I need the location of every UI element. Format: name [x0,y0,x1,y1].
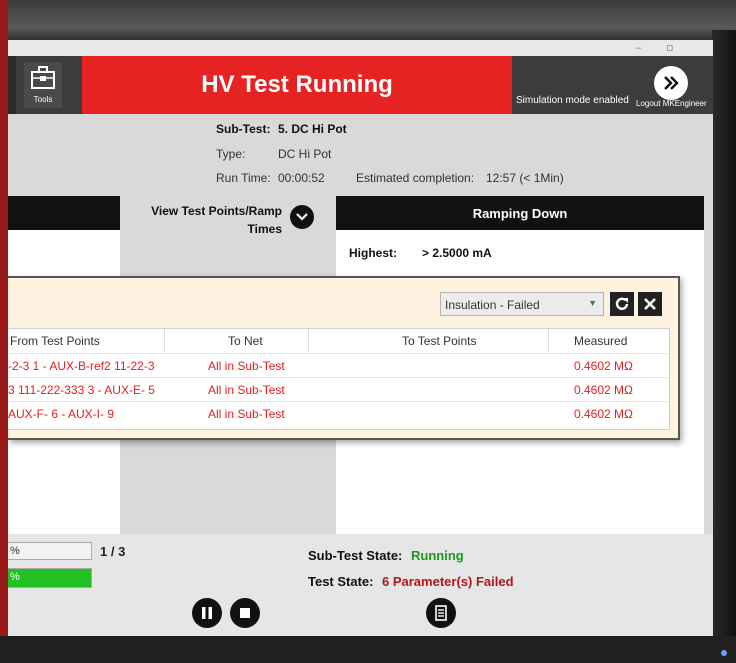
subtest-progress-bar: % [8,542,92,560]
view-test-points-line1: View Test Points/Ramp [151,204,282,218]
subtest-value: 5. DC Hi Pot [278,122,347,136]
row-measured: 0.4602 MΩ [574,359,634,373]
view-test-points-line2: Times [247,222,282,236]
ramp-panel-title: Ramping Down [472,205,568,221]
completion-label: Estimated completion: [356,171,475,185]
highest-value: > 2.5000 mA [422,246,492,260]
test-progress-text: % [10,571,20,583]
monitor-bezel-left [0,0,8,663]
subtest-progress-text: % [10,545,20,557]
table-row[interactable]: AUX-F- 6 - AUX-I- 9 All in Sub-Test 0.46… [8,401,669,425]
ramp-panel-header: Ramping Down [336,196,704,230]
status-banner-title: HV Test Running [201,71,393,98]
monitor-bezel-top [0,0,736,40]
power-led [721,650,727,656]
stop-icon [240,608,250,618]
failed-results-dialog: Insulation - Failed ▼ From Test Points T… [8,276,680,440]
step-counter: 1 / 3 [100,544,126,559]
app-screen: – ▫ Tools HV Test Running Simulation mod… [8,40,713,636]
status-footer: % % 1 / 3 Sub-Test State: Running Test S… [8,534,713,636]
subtest-label: Sub-Test: [216,122,271,136]
view-test-points-label[interactable]: View Test Points/Ramp Times [132,202,282,238]
stop-button[interactable] [230,598,260,628]
table-row[interactable]: -2-3 1 - AUX-B-ref2 11-22-3 All in Sub-T… [8,353,669,377]
view-test-points-button[interactable] [290,205,314,229]
table-row[interactable]: 3 111-222-333 3 - AUX-E- 5 All in Sub-Te… [8,377,669,401]
column-divider [308,329,309,351]
results-table: From Test Points To Net To Test Points M… [8,328,670,430]
pause-icon [202,607,212,619]
highest-label: Highest: [349,246,397,260]
test-progress-bar: % [8,568,92,588]
tools-button[interactable]: Tools [24,62,62,108]
row-from-test-points: -2-3 1 - AUX-B-ref2 11-22-3 [8,359,155,373]
type-label: Type: [216,147,246,161]
tools-label: Tools [33,95,53,104]
runtime-label: Run Time: [216,171,271,185]
refresh-button[interactable] [610,292,634,316]
test-progress-fill: % [8,569,91,587]
subtest-state-value: Running [411,548,464,563]
row-measured: 0.4602 MΩ [574,383,634,397]
subtest-state-label: Sub-Test State: [308,548,403,563]
result-filter-value: Insulation - Failed [445,298,540,312]
runtime-value: 00:00:52 [278,171,325,185]
minimize-button[interactable]: – [636,41,642,54]
completion-value: 12:57 (< 1Min) [486,171,564,185]
refresh-icon [615,297,629,310]
row-from-test-points: 3 111-222-333 3 - AUX-E- 5 [8,383,155,397]
logout-label: Logout MKEngineer [636,99,707,108]
row-to-net: All in Sub-Test [208,359,285,373]
close-icon [644,298,656,310]
tools-icon [31,66,55,89]
left-panel-header [8,196,120,230]
simulation-mode-label: Simulation mode enabled [516,95,629,106]
window-titlebar: – ▫ [8,40,713,56]
test-state-value: 6 Parameter(s) Failed [382,574,514,589]
col-to-net[interactable]: To Net [228,334,263,348]
row-from-test-points: AUX-F- 6 - AUX-I- 9 [8,407,115,421]
close-dialog-button[interactable] [638,292,662,316]
logout-icon [664,76,679,90]
type-value: DC Hi Pot [278,147,332,161]
chevron-down-icon: ▼ [588,298,597,308]
row-to-net: All in Sub-Test [208,407,285,421]
report-icon [435,605,447,621]
report-button[interactable] [426,598,456,628]
row-to-net: All in Sub-Test [208,383,285,397]
row-measured: 0.4602 MΩ [574,407,634,421]
maximize-button[interactable]: ▫ [666,41,673,54]
col-from-test-points[interactable]: From Test Points [10,334,100,348]
column-divider [548,329,549,351]
test-state-label: Test State: [308,574,374,589]
logout-button[interactable] [654,66,688,100]
nav-button-edge[interactable] [8,56,16,114]
monitor-bezel-bottom [0,636,736,663]
app-header: Tools HV Test Running Simulation mode en… [8,56,713,114]
col-measured[interactable]: Measured [574,334,627,348]
col-to-test-points[interactable]: To Test Points [402,334,476,348]
pause-button[interactable] [192,598,222,628]
column-divider [164,329,165,351]
status-banner: HV Test Running [82,56,512,114]
chevron-down-icon [296,213,308,221]
result-filter-dropdown[interactable]: Insulation - Failed ▼ [440,292,604,316]
monitor-bezel-right [712,30,736,663]
